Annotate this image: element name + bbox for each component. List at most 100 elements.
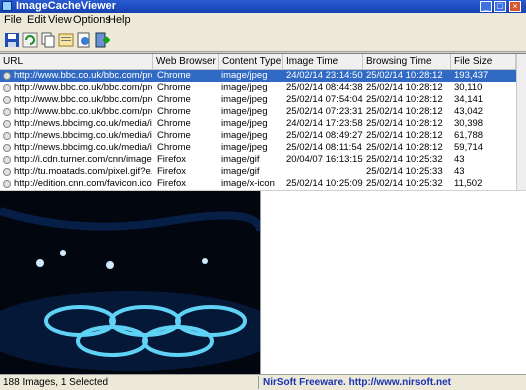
cell-file-size: 30,398 — [454, 118, 484, 129]
image-status-icon — [3, 168, 11, 176]
image-status-icon — [3, 132, 11, 140]
cell-browsing-time: 25/02/14 10:28:12 — [366, 70, 443, 81]
cell-file-size: 11,502 — [454, 178, 483, 189]
cell-file-size: 43,042 — [454, 106, 484, 117]
refresh-icon[interactable] — [22, 32, 38, 48]
table-row[interactable]: http://www.bbc.co.uk/bbc.com/pro... Chrom… — [0, 82, 516, 94]
cell-content-type: image/jpeg — [221, 106, 268, 117]
menu-file[interactable]: File — [4, 14, 22, 27]
cell-browsing-time: 25/02/14 10:28:12 — [366, 82, 443, 93]
toolbar — [0, 28, 526, 52]
image-status-icon — [3, 96, 11, 104]
cell-web-browser: Firefox — [157, 154, 187, 165]
table-row[interactable]: http://tu.moatads.com/pixel.gif?e... Fire… — [0, 166, 516, 178]
column-content-type[interactable]: Content Type — [219, 54, 283, 69]
cell-content-type: image/jpeg — [221, 142, 268, 153]
table-row[interactable]: http://edition.cnn.com/favicon.ico Firefo… — [0, 178, 516, 190]
cell-web-browser: Firefox — [157, 166, 187, 177]
cell-content-type: image/jpeg — [221, 130, 268, 141]
cell-image-time: 20/04/07 16:13:15 — [286, 154, 363, 165]
menu-edit[interactable]: Edit — [27, 14, 46, 27]
html-report-icon[interactable] — [76, 32, 92, 48]
cell-web-browser: Chrome — [157, 130, 191, 141]
image-status-icon — [3, 180, 11, 188]
cell-image-time: 24/02/14 17:23:58 — [286, 118, 363, 129]
minimize-icon[interactable]: _ — [480, 1, 492, 12]
cell-image-time: 25/02/14 08:11:54 — [286, 142, 362, 153]
cell-image-time: 25/02/14 08:49:27 — [286, 130, 363, 141]
list-header: URL Web Browser Content Type Image Time … — [0, 54, 526, 70]
vertical-scrollbar[interactable] — [516, 54, 526, 190]
cell-web-browser: Chrome — [157, 142, 191, 153]
cell-web-browser: Chrome — [157, 106, 191, 117]
cell-file-size: 43 — [454, 166, 465, 177]
cell-image-time: 25/02/14 10:25:09 — [286, 178, 363, 189]
cell-image-time: 25/02/14 07:54:04 — [286, 94, 363, 105]
maximize-icon[interactable]: □ — [494, 1, 506, 12]
menu-options[interactable]: Options — [73, 14, 111, 27]
preview-blank-area — [260, 191, 526, 374]
cell-content-type: image/jpeg — [221, 70, 268, 81]
cell-browsing-time: 25/02/14 10:25:32 — [366, 154, 443, 165]
menu-help[interactable]: Help — [108, 14, 131, 27]
cell-file-size: 61,788 — [454, 130, 484, 141]
cell-url: http://www.bbc.co.uk/bbc.com/pro... — [14, 82, 152, 93]
cell-file-size: 34,141 — [454, 94, 484, 105]
table-row[interactable]: http://www.bbc.co.uk/bbc.com/pro... Chrom… — [0, 70, 516, 82]
table-row[interactable]: http://news.bbcimg.co.uk/media/im... Chro… — [0, 118, 516, 130]
table-row[interactable]: http://www.bbc.co.uk/bbc.com/pro... Chrom… — [0, 94, 516, 106]
table-row[interactable]: http://news.bbcimg.co.uk/media/im... Chro… — [0, 142, 516, 154]
cell-url: http://www.bbc.co.uk/bbc.com/pro... — [14, 70, 152, 81]
column-browsing-time[interactable]: Browsing Time — [363, 54, 451, 69]
properties-icon[interactable] — [58, 32, 74, 48]
cell-file-size: 193,437 — [454, 70, 489, 81]
cell-browsing-time: 25/02/14 10:28:12 — [366, 142, 443, 153]
menu-view[interactable]: View — [48, 14, 72, 27]
window-title: ImageCacheViewer — [16, 0, 117, 12]
cell-url: http://www.bbc.co.uk/bbc.com/pro... — [14, 94, 152, 105]
cell-url: http://tu.moatads.com/pixel.gif?e... — [14, 166, 152, 177]
cell-image-time: 25/02/14 07:23:31 — [286, 106, 363, 117]
image-status-icon — [3, 120, 11, 128]
close-icon[interactable]: × — [509, 1, 521, 12]
status-credit[interactable]: NirSoft Freeware. http://www.nirsoft.net — [263, 376, 451, 389]
cell-url: http://edition.cnn.com/favicon.ico — [14, 178, 152, 189]
image-status-icon — [3, 108, 11, 116]
cell-file-size: 43 — [454, 154, 465, 165]
column-file-size[interactable]: File Size — [451, 54, 516, 69]
image-list[interactable]: URL Web Browser Content Type Image Time … — [0, 53, 526, 190]
cell-url: http://news.bbcimg.co.uk/media/im... — [14, 118, 152, 129]
cell-image-time: 25/02/14 08:44:38 — [286, 82, 363, 93]
cell-url: http://news.bbcimg.co.uk/media/im... — [14, 142, 152, 153]
column-image-time[interactable]: Image Time — [283, 54, 363, 69]
cell-browsing-time: 25/02/14 10:28:12 — [366, 130, 443, 141]
column-url[interactable]: URL — [0, 54, 153, 69]
cell-web-browser: Chrome — [157, 82, 191, 93]
cell-browsing-time: 25/02/14 10:28:12 — [366, 106, 443, 117]
cell-content-type: image/gif — [221, 166, 260, 177]
cell-content-type: image/x-icon — [221, 178, 275, 189]
cell-browsing-time: 25/02/14 10:25:32 — [366, 178, 443, 189]
cell-browsing-time: 25/02/14 10:25:33 — [366, 166, 443, 177]
cell-web-browser: Firefox — [157, 178, 187, 189]
cell-file-size: 30,110 — [454, 82, 483, 93]
table-row[interactable]: http://www.bbc.co.uk/bbc.com/pro... Chrom… — [0, 106, 516, 118]
column-web-browser[interactable]: Web Browser — [153, 54, 219, 69]
cell-content-type: image/jpeg — [221, 82, 268, 93]
exit-icon[interactable] — [94, 32, 110, 48]
cell-web-browser: Chrome — [157, 70, 191, 81]
cell-url: http://news.bbcimg.co.uk/media/im... — [14, 130, 152, 141]
image-status-icon — [3, 144, 11, 152]
table-row[interactable]: http://i.cdn.turner.com/cnn/images... Fir… — [0, 154, 516, 166]
table-row[interactable]: http://news.bbcimg.co.uk/media/im... Chro… — [0, 130, 516, 142]
cell-content-type: image/gif — [221, 154, 260, 165]
save-icon[interactable] — [4, 32, 20, 48]
cell-file-size: 59,714 — [454, 142, 484, 153]
image-preview — [0, 191, 260, 374]
cell-browsing-time: 25/02/14 10:28:12 — [366, 118, 443, 129]
status-bar: 188 Images, 1 Selected NirSoft Freeware.… — [0, 374, 526, 390]
image-status-icon — [3, 156, 11, 164]
copy-icon[interactable] — [40, 32, 56, 48]
cell-web-browser: Chrome — [157, 118, 191, 129]
cell-image-time: 24/02/14 23:14:50 — [286, 70, 363, 81]
